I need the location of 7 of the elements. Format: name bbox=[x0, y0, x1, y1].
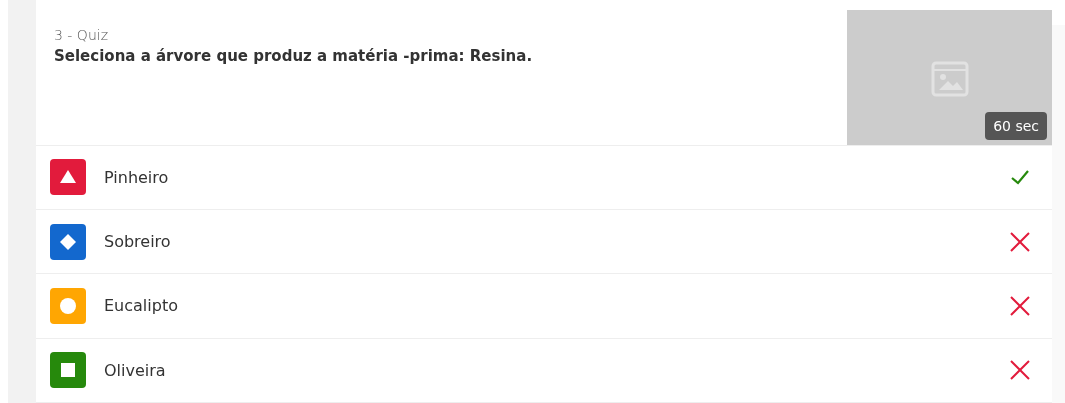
time-badge: 60 sec bbox=[985, 111, 1047, 140]
answer-text: Sobreiro bbox=[104, 232, 172, 252]
answer-text: Pinheiro bbox=[104, 167, 170, 187]
question-number: 3 - Quiz bbox=[54, 27, 109, 43]
question-text: Seleciona a árvore que produz a matéria -prima: Resina. bbox=[54, 47, 534, 65]
answer-text: Eucalipto bbox=[104, 296, 179, 316]
answer-text: Oliveira bbox=[104, 360, 167, 380]
